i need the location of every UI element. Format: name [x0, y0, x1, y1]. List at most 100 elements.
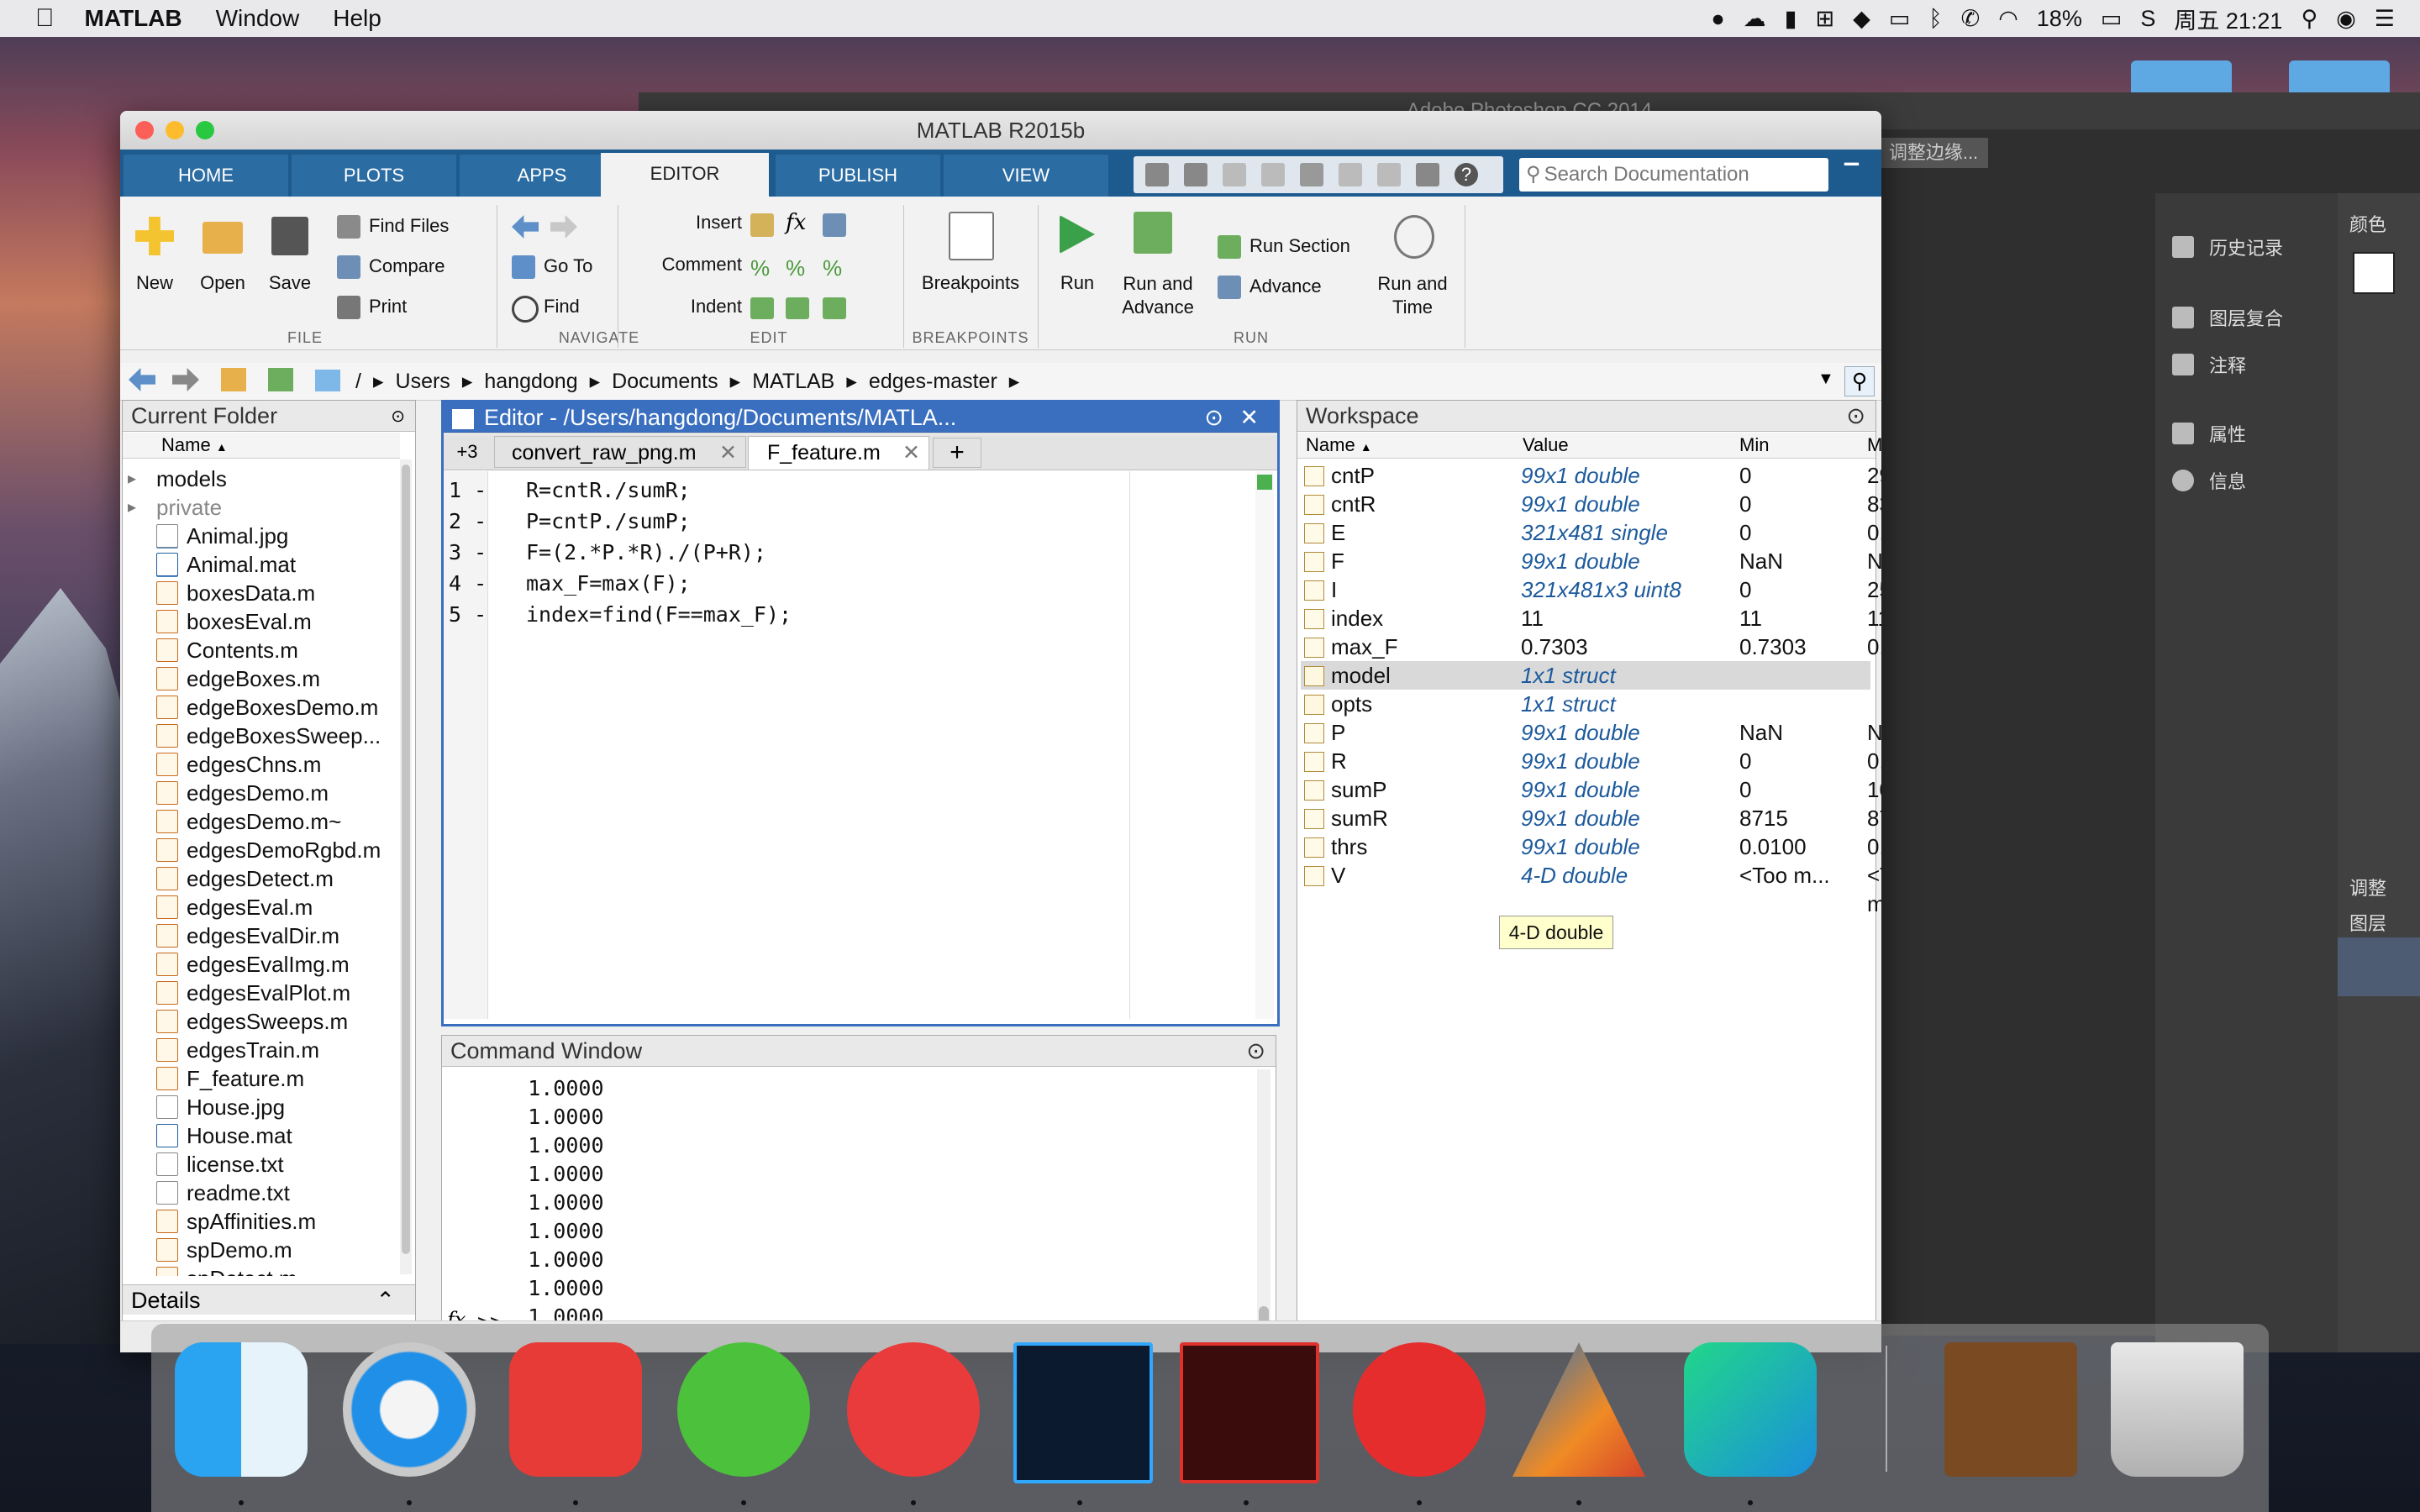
wifi-icon[interactable]: ◠: [1998, 6, 2018, 32]
compare-button[interactable]: Compare: [369, 255, 445, 277]
scrollbar-thumb[interactable]: [402, 465, 410, 1254]
mic-tray-icon[interactable]: ▮: [1785, 6, 1797, 32]
switch-windows-icon[interactable]: [1416, 163, 1439, 186]
ps-panel-properties[interactable]: 属性: [2172, 420, 2246, 447]
archive-utility-icon[interactable]: [1944, 1342, 2077, 1477]
print-button[interactable]: Print: [369, 296, 407, 318]
siri-icon[interactable]: ◉: [2336, 6, 2356, 32]
list-item[interactable]: edgesDemo.m~: [156, 807, 341, 836]
column-max[interactable]: Max: [1867, 433, 1881, 458]
browse-folder-icon[interactable]: [268, 368, 293, 391]
column-min[interactable]: Min: [1739, 433, 1769, 458]
redo-icon[interactable]: [1377, 163, 1401, 186]
table-row[interactable]: max_F 0.7303 0.7303 0.7303: [1301, 633, 1881, 661]
zoom-window-button[interactable]: [196, 121, 214, 139]
menu-app-name[interactable]: MATLAB: [85, 5, 182, 32]
list-item[interactable]: Contents.m: [156, 636, 298, 664]
table-row[interactable]: opts 1x1 struct: [1301, 690, 1870, 718]
list-item[interactable]: edgesTrain.m: [156, 1036, 319, 1064]
ps-tab-color[interactable]: 颜色: [2349, 210, 2386, 237]
forward-icon[interactable]: [172, 368, 199, 391]
list-item[interactable]: ▸ private: [128, 493, 222, 577]
list-item[interactable]: edgesEvalDir.m: [156, 921, 339, 950]
code-line[interactable]: index=find(F==max_F);: [526, 602, 792, 627]
photoshop-icon[interactable]: [1013, 1342, 1153, 1483]
table-row[interactable]: cntP 99x1 double 0 2958: [1301, 461, 1881, 490]
cloud-tray-icon[interactable]: ☁: [1744, 6, 1766, 32]
ps-panel-notes[interactable]: 注释: [2172, 351, 2246, 378]
expand-arrow-icon[interactable]: ▸: [128, 465, 136, 493]
editor-tab-convert[interactable]: convert_raw_png.m ✕: [494, 436, 746, 468]
list-item[interactable]: Animal.jpg: [156, 522, 288, 550]
list-item[interactable]: edgesEvalPlot.m: [156, 979, 350, 1007]
copy-icon[interactable]: [1261, 163, 1285, 186]
menu-help[interactable]: Help: [333, 5, 381, 32]
ps-panel-info[interactable]: 信息: [2172, 467, 2246, 494]
breadcrumb-edges-master[interactable]: edges-master: [869, 363, 997, 400]
notification-center-icon[interactable]: ☰: [2375, 6, 2395, 32]
folder-scrollbar[interactable]: [400, 459, 412, 1274]
breadcrumb-matlab[interactable]: MATLAB: [752, 363, 834, 400]
pane-menu-icon[interactable]: ⊙: [1846, 401, 1865, 431]
table-row[interactable]: P 99x1 double NaN NaN: [1301, 718, 1881, 747]
list-item[interactable]: spDemo.m: [156, 1236, 292, 1264]
list-item[interactable]: ▸ models: [128, 465, 227, 549]
close-tab-icon[interactable]: ✕: [719, 437, 737, 469]
list-item[interactable]: boxesData.m: [156, 579, 315, 607]
mail-icon[interactable]: [847, 1342, 980, 1477]
refine-edge-button[interactable]: 调整边缘...: [1879, 138, 1988, 168]
code-line[interactable]: P=cntP./sumP;: [526, 509, 691, 533]
code-analyzer-status-icon[interactable]: [1257, 475, 1272, 490]
column-value[interactable]: Value: [1523, 433, 1569, 458]
undo-icon[interactable]: [1339, 163, 1362, 186]
chevron-up-icon[interactable]: ⌃: [376, 1285, 395, 1315]
close-tab-icon[interactable]: ✕: [902, 437, 920, 469]
insert-function-icon[interactable]: fx: [786, 210, 811, 237]
close-pane-icon[interactable]: ✕: [1239, 402, 1259, 433]
save-icon[interactable]: [1184, 163, 1207, 186]
ps-tab-adjust[interactable]: 调整: [2349, 874, 2386, 900]
open-button[interactable]: Open: [194, 272, 251, 294]
breadcrumb-root[interactable]: /: [355, 363, 361, 400]
breadcrumb-hangdong[interactable]: hangdong: [484, 363, 577, 400]
menu-window[interactable]: Window: [216, 5, 300, 32]
save-button[interactable]: Save: [261, 272, 318, 294]
details-panel-header[interactable]: Details ⌃: [123, 1284, 415, 1315]
code-line[interactable]: F=(2.*P.*R)./(P+R);: [526, 540, 766, 564]
list-item[interactable]: edgesDemoRgbd.m: [156, 836, 381, 864]
pane-menu-icon[interactable]: ⊙: [391, 406, 405, 427]
tab-apps[interactable]: APPS: [460, 155, 624, 197]
desktop-folder-icon[interactable]: [2289, 60, 2390, 94]
uncomment-icon[interactable]: %: [786, 255, 809, 281]
wechat-tray-icon[interactable]: ●: [1711, 6, 1724, 32]
ps-panel-history[interactable]: 历史记录: [2172, 234, 2283, 260]
code-line[interactable]: R=cntR./sumR;: [526, 478, 691, 502]
ps-layer-row[interactable]: [2338, 937, 2420, 996]
tab-view[interactable]: VIEW: [944, 155, 1108, 197]
table-row[interactable]: F 99x1 double NaN NaN: [1301, 547, 1881, 575]
phone-icon[interactable]: ✆: [1961, 6, 1981, 32]
tab-home[interactable]: HOME: [124, 155, 288, 197]
breadcrumb-documents[interactable]: Documents: [612, 363, 718, 400]
list-item[interactable]: boxesEval.m: [156, 607, 312, 636]
paste-icon[interactable]: [1300, 163, 1323, 186]
spotlight-search-icon[interactable]: ⚲: [2301, 6, 2317, 32]
table-row[interactable]: thrs 99x1 double 0.0100 0.9900: [1301, 832, 1881, 861]
run-section-button[interactable]: Run Section: [1249, 235, 1350, 257]
search-folder-icon[interactable]: ⚲: [1844, 366, 1875, 396]
apple-icon[interactable]: : [35, 4, 55, 33]
wrap-comments-icon[interactable]: %: [823, 255, 846, 281]
collapse-toolstrip-icon[interactable]: ▔: [1844, 163, 1866, 186]
find-button[interactable]: Find: [544, 296, 580, 318]
desktop-folder-icon[interactable]: [2131, 60, 2232, 94]
close-window-button[interactable]: [135, 121, 154, 139]
address-dropdown-icon[interactable]: ▼: [1818, 370, 1834, 389]
trash-icon[interactable]: [2111, 1342, 2244, 1477]
new-tab-button[interactable]: +: [933, 438, 981, 468]
run-and-advance-button[interactable]: Run and Advance: [1112, 272, 1204, 319]
new-icon[interactable]: [1145, 163, 1169, 186]
airplay-icon[interactable]: ▭: [1889, 6, 1911, 32]
table-row[interactable]: cntR 99x1 double 0 8331: [1301, 490, 1881, 518]
tab-publish[interactable]: PUBLISH: [776, 155, 940, 197]
list-item[interactable]: House.jpg: [156, 1093, 285, 1121]
